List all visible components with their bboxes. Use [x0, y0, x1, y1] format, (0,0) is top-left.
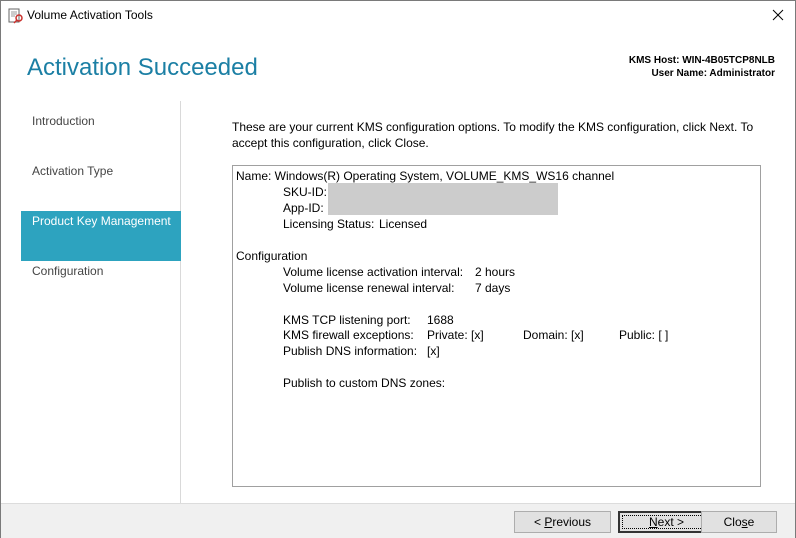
licensing-status-label: Licensing Status:	[283, 217, 375, 231]
sku-id-label: SKU-ID:	[283, 185, 328, 199]
page-title: Activation Succeeded	[27, 54, 258, 81]
tcp-port-label: KMS TCP listening port:	[283, 313, 411, 327]
tcp-port-value: 1688	[427, 313, 454, 327]
custom-dns-zones-label: Publish to custom DNS zones:	[283, 376, 446, 390]
product-name-line: Name: Windows(R) Operating System, VOLUM…	[236, 169, 615, 183]
title-bar: Volume Activation Tools	[1, 1, 795, 30]
wizard-nav: Introduction Activation Type Product Key…	[1, 101, 181, 503]
renewal-interval-label: Volume license renewal interval:	[283, 281, 455, 295]
firewall-exceptions-label: KMS firewall exceptions:	[283, 328, 414, 342]
previous-button[interactable]: < Previous	[514, 511, 611, 533]
user-name-label: User Name: Administrator	[651, 68, 775, 79]
publish-dns-label: Publish DNS information:	[283, 344, 418, 358]
volume-activation-window: Volume Activation Tools Activation Succe…	[0, 0, 796, 538]
close-rest: e	[747, 515, 755, 529]
app-id-label: App-ID:	[283, 201, 324, 215]
nav-item-introduction[interactable]: Introduction	[21, 111, 181, 161]
firewall-private-value: Private: [x]	[427, 328, 484, 342]
activation-interval-label: Volume license activation interval:	[283, 265, 464, 279]
close-prefix: Clo	[723, 515, 742, 529]
close-button[interactable]: Close	[701, 511, 777, 533]
kms-details-panel[interactable]: Name: Windows(R) Operating System, VOLUM…	[232, 165, 761, 487]
firewall-domain-value: Domain: [x]	[523, 328, 584, 342]
wizard-footer: < Previous Next > Close	[1, 503, 795, 538]
intro-text: These are your current KMS configuration…	[232, 120, 754, 150]
kms-host-label: KMS Host: WIN-4B05TCP8NLB	[628, 55, 775, 66]
window-title: Volume Activation Tools	[27, 8, 153, 22]
previous-prefix: <	[533, 515, 545, 529]
renewal-interval-value: 7 days	[475, 281, 511, 295]
previous-rest: revious	[552, 515, 592, 529]
activation-interval-value: 2 hours	[475, 265, 516, 279]
nav-item-activation-type[interactable]: Activation Type	[21, 161, 181, 211]
firewall-public-value: Public: [ ]	[619, 328, 669, 342]
redacted-ids-block	[328, 183, 558, 215]
nav-item-product-key-management[interactable]: Product Key Management	[21, 211, 181, 261]
publish-dns-value: [x]	[427, 344, 440, 358]
close-window-icon[interactable]	[767, 4, 789, 26]
main-content: These are your current KMS configuration…	[232, 119, 772, 151]
configuration-heading: Configuration	[236, 249, 308, 263]
licensing-status-value: Licensed	[379, 217, 428, 231]
nav-item-configuration[interactable]: Configuration	[21, 261, 181, 311]
host-info: KMS Host: WIN-4B05TCP8NLB User Name: Adm…	[629, 54, 775, 80]
volume-activation-app-icon	[8, 8, 24, 24]
focus-rectangle	[622, 515, 711, 529]
